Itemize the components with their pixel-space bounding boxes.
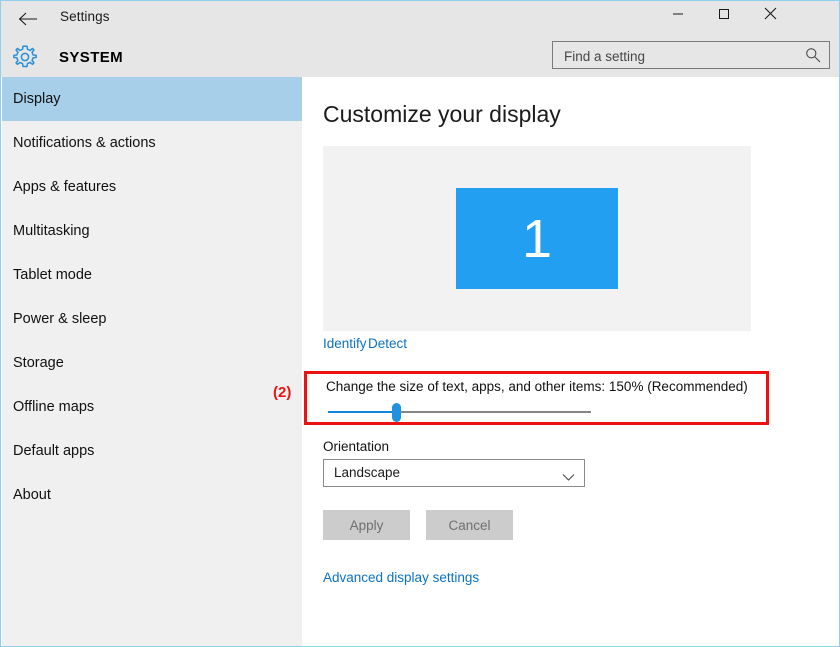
close-icon — [764, 7, 777, 25]
orientation-label: Orientation — [323, 439, 390, 454]
advanced-display-settings-link[interactable]: Advanced display settings — [323, 570, 479, 585]
annotation-marker-2: (2) — [273, 384, 292, 401]
title-bar: Settings — [1, 1, 839, 37]
sidebar-item-apps-features[interactable]: Apps & features — [2, 165, 302, 209]
scale-section-highlight: Change the size of text, apps, and other… — [304, 371, 769, 425]
page-section-title: SYSTEM — [59, 49, 124, 66]
gear-icon — [11, 43, 39, 71]
identify-link[interactable]: Identify — [323, 336, 367, 351]
detect-link[interactable]: Detect — [368, 336, 407, 351]
search-input[interactable] — [562, 42, 806, 70]
cancel-button[interactable]: Cancel — [426, 510, 513, 540]
scale-slider[interactable] — [328, 403, 591, 422]
main-content: Customize your display 1 Identify Detect… — [302, 77, 839, 646]
sidebar-item-offline-maps[interactable]: Offline maps — [2, 385, 302, 429]
sidebar-item-display[interactable]: Display — [2, 77, 302, 121]
minimize-button[interactable] — [655, 1, 701, 31]
sidebar-item-storage[interactable]: Storage — [2, 341, 302, 385]
page-title: Customize your display — [323, 101, 561, 127]
back-button[interactable] — [7, 3, 49, 35]
sidebar: Display Notifications & actions Apps & f… — [2, 77, 302, 646]
slider-track-fill — [328, 411, 396, 413]
sidebar-item-about[interactable]: About — [2, 473, 302, 517]
orientation-dropdown[interactable]: Landscape — [323, 459, 585, 487]
scale-label: Change the size of text, apps, and other… — [326, 379, 748, 394]
sidebar-item-notifications-actions[interactable]: Notifications & actions — [2, 121, 302, 165]
app-title: Settings — [60, 9, 110, 24]
minimize-icon — [672, 7, 684, 25]
apply-button[interactable]: Apply — [323, 510, 410, 540]
maximize-icon — [718, 7, 730, 25]
settings-window: Settings SYSTEM Find a setting Display N… — [0, 0, 840, 647]
orientation-selected-value: Landscape — [334, 465, 401, 480]
maximize-button[interactable] — [701, 1, 747, 31]
sidebar-item-tablet-mode[interactable]: Tablet mode — [2, 253, 302, 297]
back-arrow-icon — [18, 12, 38, 26]
slider-thumb[interactable] — [392, 403, 401, 422]
search-icon[interactable] — [805, 47, 821, 63]
monitor-tile-1[interactable]: 1 — [456, 188, 618, 289]
chevron-down-icon — [562, 469, 575, 481]
search-box[interactable] — [552, 41, 830, 70]
close-button[interactable] — [747, 1, 793, 31]
header-band: SYSTEM — [1, 37, 839, 77]
sidebar-item-power-sleep[interactable]: Power & sleep — [2, 297, 302, 341]
sidebar-item-multitasking[interactable]: Multitasking — [2, 209, 302, 253]
sidebar-item-default-apps[interactable]: Default apps — [2, 429, 302, 473]
display-preview-panel: 1 — [323, 146, 751, 331]
